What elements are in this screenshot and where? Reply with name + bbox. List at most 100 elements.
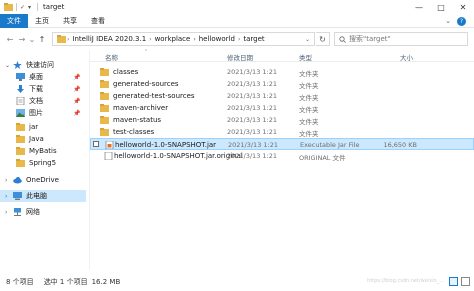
window-controls: — □ ✕	[408, 0, 474, 14]
file-name: helloworld-1.0-SNAPSHOT.jar	[115, 141, 217, 149]
folder-icon	[100, 128, 109, 136]
back-button[interactable]: ←	[4, 32, 16, 46]
breadcrumb-item[interactable]: IntelliJ IDEA 2020.3.1	[72, 35, 146, 43]
file-row[interactable]: test-classes 2021/3/13 1:21 文件夹	[90, 126, 474, 138]
minimize-button[interactable]: —	[408, 0, 430, 14]
file-type: Executable Jar File	[300, 141, 360, 149]
chevron-down-icon[interactable]: ⌄	[305, 36, 310, 43]
folder-icon	[100, 80, 109, 88]
sidebar-item-onedrive[interactable]: › OneDrive	[0, 174, 86, 186]
file-name: maven-status	[113, 116, 162, 124]
file-type: ORIGINAL 文件	[299, 154, 346, 162]
cloud-icon	[13, 177, 22, 184]
sidebar-item-label: OneDrive	[26, 176, 59, 184]
chevron-down-icon[interactable]: ⌄	[5, 62, 10, 69]
forward-button[interactable]: →	[16, 32, 28, 46]
sidebar-item-quick-access[interactable]: ⌄ 快速访问	[0, 59, 86, 71]
tab-view[interactable]: 查看	[84, 14, 112, 28]
folder-icon	[16, 135, 25, 143]
tab-share[interactable]: 共享	[56, 14, 84, 28]
file-date: 2021/3/13 1:21	[227, 68, 277, 76]
sidebar-item-pictures[interactable]: 图片 📌	[16, 107, 86, 119]
row-checkbox[interactable]	[93, 141, 99, 147]
pin-icon: 📌	[73, 85, 81, 93]
chevron-right-icon[interactable]: ›	[5, 177, 7, 184]
sidebar-item-network[interactable]: › 网络	[0, 206, 86, 218]
sidebar-item-label: Spring5	[29, 159, 57, 167]
document-icon	[16, 97, 25, 105]
folder-icon	[16, 123, 25, 131]
file-date: 2021/3/13 1:21	[227, 116, 277, 124]
column-type[interactable]: 类型	[299, 52, 312, 62]
file-icon	[104, 152, 113, 160]
file-name: maven-archiver	[113, 104, 169, 112]
folder-icon	[57, 35, 66, 43]
file-row[interactable]: generated-test-sources 2021/3/13 1:21 文件…	[90, 90, 474, 102]
sidebar-item-jar[interactable]: jar	[16, 121, 86, 133]
search-input[interactable]: 搜索"target"	[334, 32, 468, 46]
window-title: target	[43, 3, 65, 11]
folder-icon	[100, 116, 109, 124]
file-name: generated-sources	[113, 80, 179, 88]
tab-file[interactable]: 文件	[0, 13, 28, 28]
breadcrumb-item[interactable]: workplace	[155, 35, 191, 43]
file-type: 文件夹	[299, 70, 319, 78]
sidebar-item-java[interactable]: Java	[16, 133, 86, 145]
column-name[interactable]: 名称	[105, 52, 118, 62]
column-size[interactable]: 大小	[400, 52, 413, 62]
help-icon[interactable]: ?	[457, 16, 466, 26]
tab-home[interactable]: 主页	[28, 14, 56, 28]
maximize-button[interactable]: □	[430, 0, 452, 14]
file-size: 16,650 KB	[383, 141, 417, 149]
file-row[interactable]: maven-archiver 2021/3/13 1:21 文件夹	[90, 102, 474, 114]
search-placeholder: 搜索"target"	[349, 35, 391, 43]
up-button[interactable]: ↑	[36, 32, 48, 46]
sidebar-item-this-pc[interactable]: › 此电脑	[0, 190, 86, 202]
search-icon	[339, 35, 346, 43]
address-bar[interactable]: › IntelliJ IDEA 2020.3.1 › workplace › h…	[52, 32, 315, 46]
chevron-right-icon[interactable]: ›	[5, 209, 7, 216]
refresh-button[interactable]: ↻	[316, 32, 330, 46]
recent-locations-button[interactable]: ⌄	[28, 32, 36, 46]
breadcrumb-item[interactable]: target	[243, 35, 264, 43]
column-date[interactable]: 修改日期	[227, 52, 253, 62]
quick-access-dropdown-icon[interactable]: ▾	[28, 4, 31, 11]
chevron-right-icon: ›	[67, 35, 70, 43]
quick-access-properties-icon[interactable]: ✓	[20, 4, 25, 11]
item-count: 8 个项目	[6, 278, 34, 286]
chevron-right-icon: ›	[149, 35, 152, 43]
close-button[interactable]: ✕	[452, 0, 474, 14]
sidebar-item-label: MyBatis	[29, 147, 57, 155]
title-bar: ✓ ▾ target — □ ✕	[0, 0, 474, 14]
file-name: test-classes	[113, 128, 155, 136]
chevron-right-icon: ›	[237, 35, 241, 43]
file-date: 2021/3/13 1:21	[227, 104, 277, 112]
selected-count: 选中 1 个项目	[43, 278, 88, 286]
sort-ascending-icon: ⌃	[144, 49, 149, 55]
sidebar-item-documents[interactable]: 文档 📌	[16, 95, 86, 107]
file-date: 2021/3/13 1:21	[228, 141, 278, 149]
file-row[interactable]: classes 2021/3/13 1:21 文件夹	[90, 66, 474, 78]
watermark: https://blog.csdn.net/weixin_...	[367, 278, 444, 284]
chevron-right-icon[interactable]: ›	[5, 193, 7, 200]
file-type: 文件夹	[299, 130, 319, 138]
sidebar-item-mybatis[interactable]: MyBatis	[16, 145, 86, 157]
details-view-icon[interactable]	[449, 277, 458, 286]
breadcrumb-item[interactable]: helloworld	[199, 35, 235, 43]
pin-icon: 📌	[73, 73, 81, 81]
folder-icon	[100, 104, 109, 112]
sidebar-item-desktop[interactable]: 桌面 📌	[16, 71, 86, 83]
explorer-folder-icon	[4, 3, 13, 11]
large-icons-view-icon[interactable]	[461, 277, 470, 286]
divider	[37, 3, 39, 11]
file-type: 文件夹	[299, 94, 319, 102]
sidebar-item-label: Java	[29, 135, 44, 143]
file-row-selected[interactable]: helloworld-1.0-SNAPSHOT.jar 2021/3/13 1:…	[90, 138, 474, 150]
file-row[interactable]: maven-status 2021/3/13 1:21 文件夹	[90, 114, 474, 126]
file-name: generated-test-sources	[113, 92, 195, 100]
expand-ribbon-icon[interactable]: ⌄	[445, 17, 451, 25]
file-row[interactable]: generated-sources 2021/3/13 1:21 文件夹	[90, 78, 474, 90]
file-row[interactable]: helloworld-1.0-SNAPSHOT.jar.original 202…	[90, 150, 474, 162]
sidebar-item-spring5[interactable]: Spring5	[16, 157, 86, 169]
sidebar-item-downloads[interactable]: 下载 📌	[16, 83, 86, 95]
